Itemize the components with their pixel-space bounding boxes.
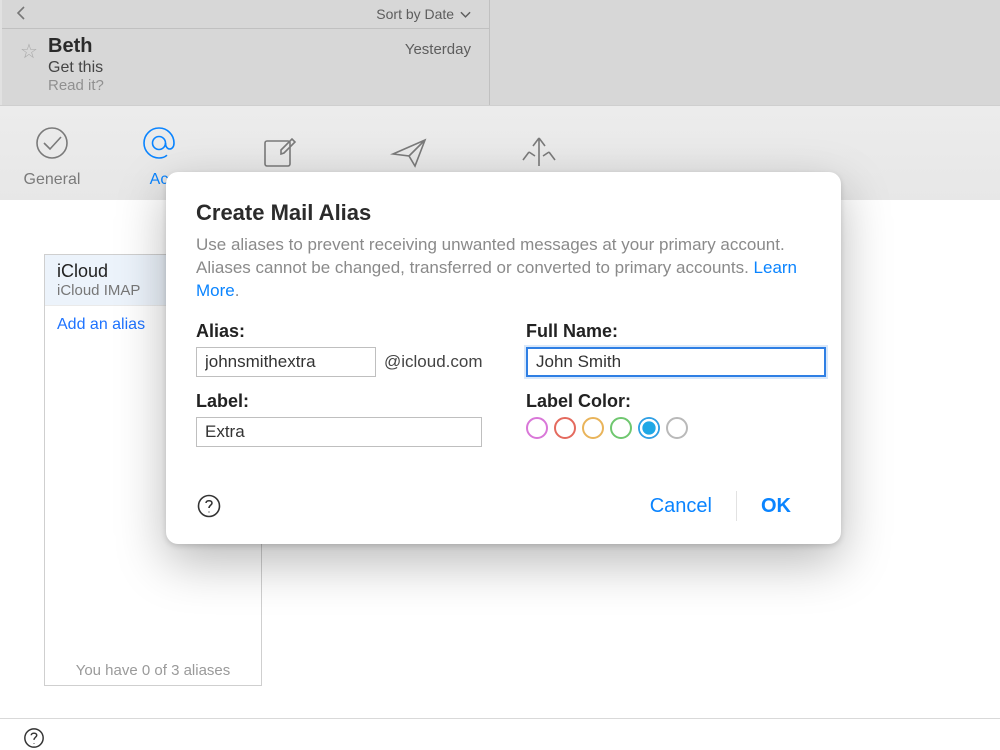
- alias-count-label: You have 0 of 3 aliases: [45, 662, 261, 679]
- modal-description: Use aliases to prevent receiving unwante…: [196, 234, 811, 303]
- star-outline-icon[interactable]: ☆: [20, 39, 38, 64]
- color-swatch-gray[interactable]: [666, 417, 688, 439]
- color-swatch-red[interactable]: [554, 417, 576, 439]
- forward-arrows-icon: [474, 128, 604, 176]
- alias-input[interactable]: [196, 347, 376, 377]
- tab-general[interactable]: General: [0, 119, 104, 189]
- at-sign-icon: [104, 119, 214, 167]
- checkmark-circle-icon: [0, 119, 104, 167]
- alias-domain-label: @icloud.com: [384, 352, 483, 372]
- create-alias-modal: Create Mail Alias Use aliases to prevent…: [166, 172, 841, 544]
- cancel-button[interactable]: Cancel: [630, 491, 732, 522]
- mail-preview: Read it?: [48, 77, 479, 94]
- modal-title: Create Mail Alias: [196, 200, 811, 226]
- compose-icon: [214, 128, 344, 176]
- modal-help-button[interactable]: [196, 493, 222, 519]
- airplane-icon: [344, 128, 474, 176]
- alias-field-label: Alias:: [196, 321, 496, 342]
- label-color-options: [526, 417, 826, 439]
- ok-button[interactable]: OK: [741, 491, 811, 522]
- mail-list-item[interactable]: ☆ Yesterday Beth Get this Read it?: [2, 29, 489, 98]
- footer-separator: [0, 718, 1000, 719]
- color-swatch-green[interactable]: [610, 417, 632, 439]
- labelcolor-field-label: Label Color:: [526, 391, 826, 412]
- mail-subject: Get this: [48, 59, 479, 77]
- help-button[interactable]: [22, 726, 46, 750]
- sort-by-label: Sort by Date: [376, 6, 454, 22]
- mail-date: Yesterday: [405, 41, 471, 58]
- mail-list-column: Sort by Date ☆ Yesterday Beth Get this R…: [2, 0, 490, 105]
- label-input[interactable]: [196, 417, 482, 447]
- button-separator: [736, 491, 737, 521]
- fullname-input[interactable]: [526, 347, 826, 377]
- mail-list-background: Sort by Date ☆ Yesterday Beth Get this R…: [0, 0, 1000, 105]
- label-field-label: Label:: [196, 391, 496, 412]
- sort-by-dropdown[interactable]: Sort by Date: [40, 6, 489, 22]
- color-swatch-magenta[interactable]: [526, 417, 548, 439]
- back-chevron-icon[interactable]: [2, 6, 40, 23]
- mail-sort-bar: Sort by Date: [2, 0, 489, 29]
- color-swatch-blue[interactable]: [638, 417, 660, 439]
- color-swatch-orange[interactable]: [582, 417, 604, 439]
- fullname-field-label: Full Name:: [526, 321, 826, 342]
